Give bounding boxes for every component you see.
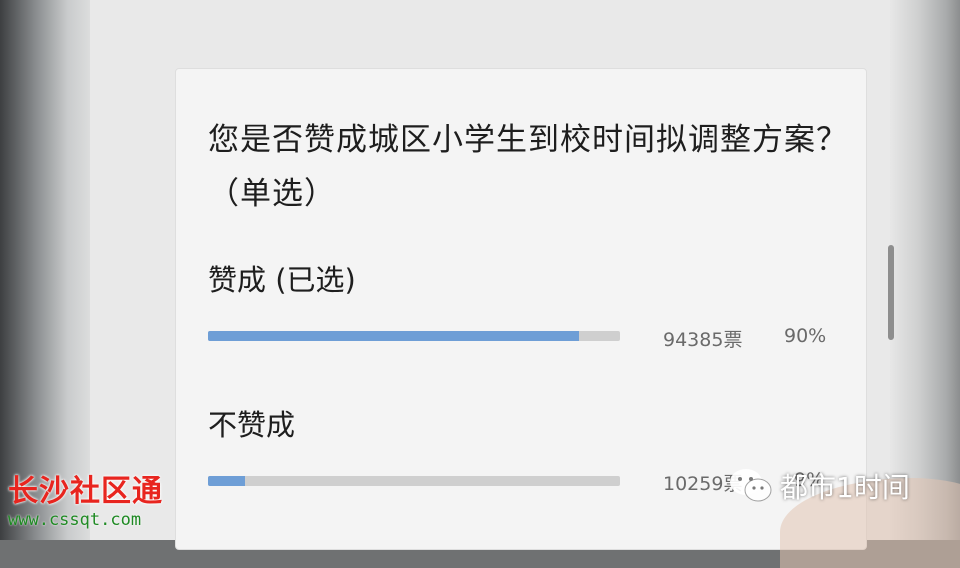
option-agree-percent: 90% <box>784 325 827 347</box>
option-agree-label[interactable]: 赞成 (已选) <box>208 257 356 299</box>
site-name: 长沙社区通 <box>8 474 163 509</box>
option-agree-bar-fill <box>208 331 579 341</box>
site-url: www.cssqt.com <box>8 510 142 530</box>
channel-name: 都市1时间 <box>780 471 910 504</box>
option-agree-bar <box>208 331 620 341</box>
wechat-icon <box>728 466 774 506</box>
phone-frame-right <box>890 0 960 540</box>
phone-screen: 您是否赞成城区小学生到校时间拟调整方案？（单选） 赞成 (已选) 94385票 … <box>90 0 894 550</box>
site-watermark: 长沙社区通 www.cssqt.com <box>8 466 163 530</box>
phone-frame-left <box>0 0 90 540</box>
option-disagree-bar-fill <box>208 476 246 486</box>
scrollbar[interactable] <box>888 245 894 340</box>
channel-watermark: 都市1时间 <box>728 466 910 506</box>
option-disagree-label[interactable]: 不赞成 <box>208 402 295 444</box>
option-agree-votes: 94385票 <box>663 329 743 351</box>
poll-question: 您是否赞成城区小学生到校时间拟调整方案？（单选） <box>208 122 848 212</box>
option-disagree-bar <box>208 476 620 486</box>
